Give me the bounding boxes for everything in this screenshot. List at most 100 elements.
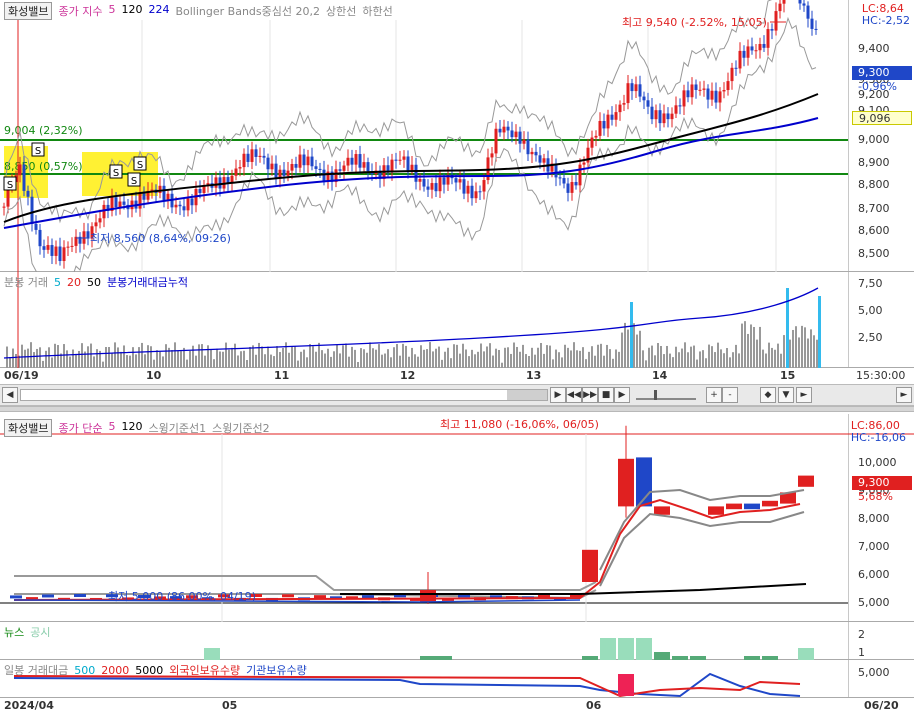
volume-bar — [729, 357, 731, 368]
volume-bar — [795, 326, 797, 368]
volume-bar — [33, 352, 35, 368]
rewind-button[interactable]: ◀◀ — [566, 387, 582, 403]
step-button[interactable]: ▶ — [614, 387, 630, 403]
volume-bar — [48, 347, 50, 368]
flow-legend: 일봉 거래대금 500 2000 5000 외국인보유수량 기관보유수량 — [4, 662, 307, 678]
candle-body — [674, 105, 678, 114]
daily-date-label: 05 — [222, 699, 238, 712]
volume-bar — [534, 354, 536, 368]
candle-body — [654, 110, 658, 120]
next-button[interactable]: ► — [796, 387, 812, 403]
volume-bar — [696, 359, 698, 368]
signal-marker-label: S — [35, 146, 41, 157]
volume-bar — [480, 343, 482, 368]
candle-body — [406, 156, 410, 171]
volume-bar — [465, 349, 467, 368]
stop-button[interactable]: ■ — [598, 387, 614, 403]
volume-bar — [657, 343, 659, 368]
indicator-0[interactable]: 종가 지수 — [58, 3, 102, 19]
signal-marker-label: S — [113, 168, 119, 179]
daily-indicator-3[interactable]: 스윙기준선1 — [148, 420, 206, 436]
volume-bar — [336, 344, 338, 368]
candle-body — [662, 113, 666, 124]
candle-body — [690, 84, 694, 98]
volume-bar — [126, 355, 128, 368]
intraday-volume-pane[interactable]: 분봉 거래 5 20 50 분봉거래대금누적 7,50 5,00 2,50 — [0, 272, 914, 368]
volume-bar — [261, 346, 263, 368]
volume-tick-label: 5,00 — [858, 304, 883, 317]
scroll-right-button[interactable]: ► — [896, 387, 912, 403]
candle-body — [466, 185, 470, 194]
scrollbar-thumb[interactable] — [507, 390, 547, 400]
volume-bar — [366, 352, 368, 368]
daily-indicator-0[interactable]: 종가 단순 — [58, 420, 102, 436]
indicator-3[interactable]: 224 — [148, 3, 169, 19]
candle-body — [650, 106, 654, 120]
flow-pane[interactable]: 일봉 거래대금 500 2000 5000 외국인보유수량 기관보유수량 5,0… — [0, 660, 914, 698]
candle-body — [762, 43, 766, 48]
volume-bar — [123, 345, 125, 368]
candle-body — [810, 18, 814, 29]
cumulative-volume-line — [3, 287, 819, 359]
overlay-button[interactable]: ◆ — [760, 387, 776, 403]
daily-indicator-4[interactable]: 스윙기준선2 — [212, 420, 270, 436]
candle-body — [758, 43, 762, 51]
daily-indicator-1[interactable]: 5 — [108, 420, 115, 436]
news-bar — [636, 638, 652, 660]
pane-splitter[interactable] — [0, 406, 914, 412]
daily-indicator-2[interactable]: 120 — [121, 420, 142, 436]
horizontal-scrollbar[interactable] — [20, 389, 548, 401]
flow-bar — [618, 674, 634, 696]
volume-bar — [264, 354, 266, 368]
chart-scroll-toolbar: ◀ ▶ ◀◀ ▶▶ ■ ▶ + - ◆ ▼ ► ► — [0, 384, 914, 406]
indicator-5[interactable]: 상한선 — [326, 3, 356, 19]
current-level-tag: 9,096 — [852, 111, 912, 125]
volume-bar — [240, 351, 242, 368]
stock-name-tag[interactable]: 화성밸브 — [4, 2, 53, 20]
volume-bar — [807, 338, 809, 368]
candle-body — [494, 128, 498, 154]
candle-body — [422, 179, 426, 187]
candle-body — [346, 157, 350, 166]
news-bar — [204, 648, 220, 660]
candle-body — [622, 103, 626, 105]
price-tick-label: 9,400 — [858, 42, 890, 55]
volume-bar — [159, 351, 161, 368]
volume-bar — [720, 349, 722, 368]
daily-indicator-list: 종가 단순 5 120 스윙기준선1 스윙기준선2 — [58, 420, 269, 436]
candle-body — [410, 164, 414, 171]
zoom-in-button[interactable]: + — [706, 387, 722, 403]
play-button[interactable]: ▶ — [550, 387, 566, 403]
zoom-out-button[interactable]: - — [722, 387, 738, 403]
volume-bar — [198, 344, 200, 368]
volume-bar — [228, 349, 230, 368]
volume-bar — [363, 349, 365, 368]
indicator-6[interactable]: 하한선 — [362, 3, 392, 19]
volume-bar — [105, 347, 107, 368]
indicator-1[interactable]: 5 — [108, 3, 115, 19]
indicator-2[interactable]: 120 — [121, 3, 142, 19]
volume-bar — [342, 345, 344, 368]
volume-bar — [714, 352, 716, 368]
fast-forward-button[interactable]: ▶▶ — [582, 387, 598, 403]
candle-body — [190, 198, 194, 206]
volume-bar — [234, 343, 236, 368]
volume-bar — [633, 323, 635, 368]
candle-body — [218, 177, 222, 189]
candle-body — [806, 5, 810, 19]
scroll-left-button[interactable]: ◀ — [2, 387, 18, 403]
zoom-slider[interactable] — [636, 390, 696, 400]
intraday-candle-chart: 9,004 (2,32%)8,850 (0,57%)SSSSS최고 9,540 … — [0, 0, 848, 272]
candle-body — [250, 149, 254, 162]
candle-body — [314, 166, 318, 169]
news-pane[interactable]: 뉴스 공시 2 1 — [0, 622, 914, 660]
daily-price-pane[interactable]: 화성밸브 종가 단순 5 120 스윙기준선1 스윙기준선2 LC:86,00 HC:-… — [0, 414, 914, 622]
intraday-price-pane[interactable]: 화성밸브 종가 지수 5 120 224 Bollinger Bands중심선 20,2… — [0, 0, 914, 272]
indicator-4[interactable]: Bollinger Bands중심선 20,2 — [175, 3, 320, 19]
zoom-slider-thumb[interactable] — [654, 390, 657, 400]
volume-bar — [621, 332, 623, 368]
daily-stock-name-tag[interactable]: 화성밸브 — [4, 419, 53, 437]
volume-bar — [216, 348, 218, 368]
daily-date-label: 06 — [586, 699, 602, 712]
settings-button[interactable]: ▼ — [778, 387, 794, 403]
